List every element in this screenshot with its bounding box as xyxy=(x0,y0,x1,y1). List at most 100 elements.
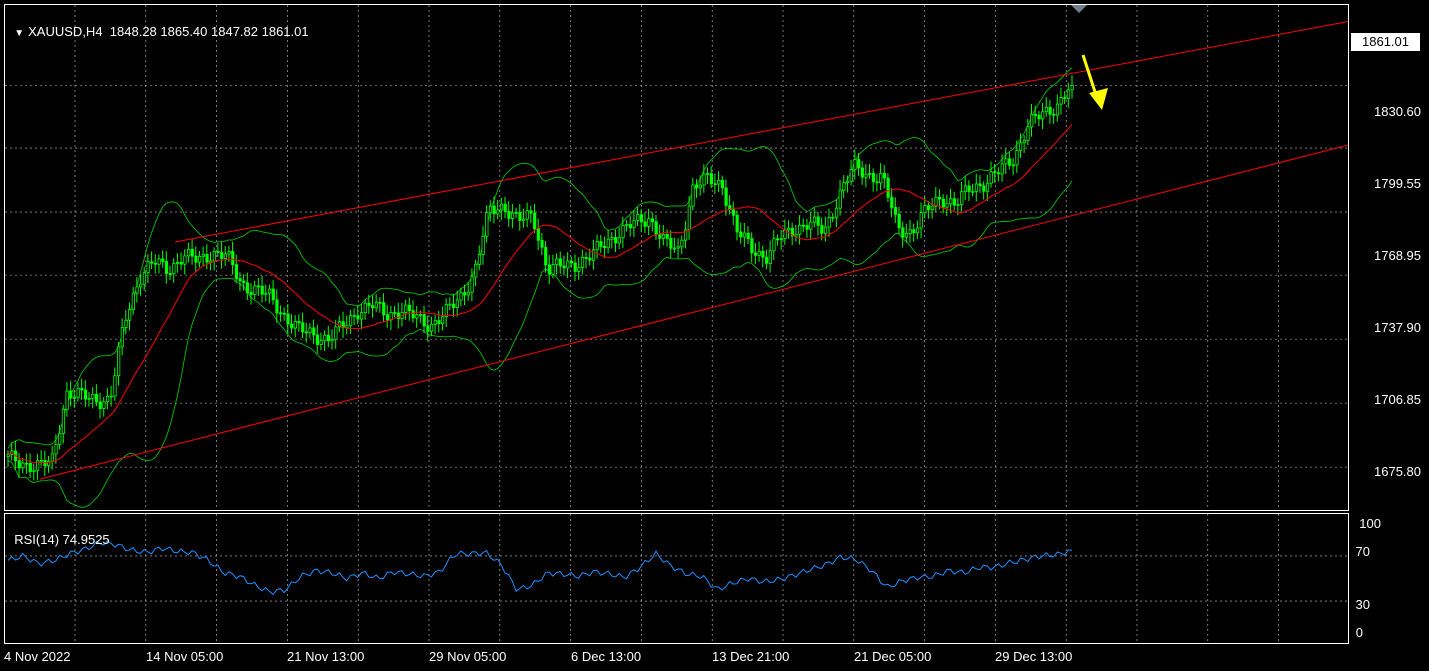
candle-body xyxy=(106,395,110,403)
candle-body xyxy=(680,239,684,248)
candle-body xyxy=(356,315,360,320)
candle-body xyxy=(912,229,916,234)
candle-body xyxy=(985,182,990,192)
candle-body xyxy=(695,184,699,189)
candle-body xyxy=(153,262,158,265)
y-tick-label: 1799.55 xyxy=(1374,176,1421,191)
candle-body xyxy=(533,212,537,230)
candle-body xyxy=(404,304,408,313)
candle-body xyxy=(547,264,552,275)
candle-body xyxy=(654,221,658,236)
candle-body xyxy=(198,255,202,263)
candle-body xyxy=(794,233,798,237)
candle-body xyxy=(1030,113,1034,128)
candle-body xyxy=(216,251,220,253)
chart-header[interactable]: ▼ XAUUSD,H4 1848.28 1865.40 1847.82 1861.… xyxy=(7,9,309,39)
candle-body xyxy=(518,212,522,221)
candle-body xyxy=(80,388,84,391)
candle-body xyxy=(923,205,927,214)
candle-body xyxy=(647,218,651,227)
candle-body xyxy=(128,309,132,321)
candle-body xyxy=(161,258,165,262)
candle-body xyxy=(253,285,257,295)
candle-body xyxy=(665,233,669,239)
candle-body xyxy=(459,292,463,301)
candle-body xyxy=(1044,106,1049,113)
candle-body xyxy=(573,262,577,272)
candle-body xyxy=(709,173,713,185)
candle-body xyxy=(326,334,331,342)
candle-body xyxy=(908,229,912,234)
y-tick-label: 1830.60 xyxy=(1374,104,1421,119)
candle-body xyxy=(636,214,640,221)
x-tick-label: 21 Nov 13:00 xyxy=(287,649,365,664)
candle-body xyxy=(993,171,997,174)
candle-body xyxy=(437,320,441,325)
candle-body xyxy=(930,205,934,210)
candle-body xyxy=(765,256,769,264)
candle-body xyxy=(857,159,861,169)
candle-body xyxy=(286,313,290,325)
candle-body xyxy=(702,173,706,186)
symbol-label: XAUUSD,H4 xyxy=(28,24,103,39)
candle-body xyxy=(639,214,644,223)
candle-body xyxy=(757,250,761,256)
candle-body xyxy=(978,183,982,187)
candle-body xyxy=(812,216,817,223)
candle-body xyxy=(577,267,581,272)
candle-body xyxy=(282,312,286,315)
candle-body xyxy=(407,304,412,312)
candle-body xyxy=(190,248,194,257)
candle-body xyxy=(1015,150,1019,166)
candle-body xyxy=(260,285,264,295)
rsi-header: RSI(14) 74.9525 xyxy=(7,517,109,547)
x-tick-label: 13 Dec 21:00 xyxy=(712,649,790,664)
candle-body xyxy=(625,224,629,226)
candle-body xyxy=(540,239,544,248)
candle-body xyxy=(172,263,176,275)
candle-body xyxy=(739,231,743,238)
candle-body xyxy=(455,299,459,308)
candle-body xyxy=(371,305,375,309)
candle-body xyxy=(746,232,750,240)
candle-body xyxy=(293,321,297,329)
candle-body xyxy=(849,169,853,182)
candle-body xyxy=(956,204,960,206)
candle-body xyxy=(39,459,43,462)
candle-body xyxy=(201,254,205,257)
candle-body xyxy=(544,246,548,266)
candle-body xyxy=(599,241,603,247)
candle-body xyxy=(1022,140,1026,144)
candle-body xyxy=(584,257,588,259)
candle-body xyxy=(271,288,275,301)
candle-body xyxy=(569,260,574,264)
candle-body xyxy=(378,301,382,304)
candle-body xyxy=(846,180,850,184)
candle-body xyxy=(120,327,124,348)
candle-body xyxy=(1048,106,1052,115)
candle-body xyxy=(312,327,316,336)
triangle-down-icon[interactable]: ▼ xyxy=(14,28,24,39)
candle-body xyxy=(297,321,301,324)
candle-body xyxy=(698,184,702,189)
candle-body xyxy=(234,264,239,280)
candle-body xyxy=(901,227,905,238)
candle-body xyxy=(1011,164,1015,167)
candle-body xyxy=(131,292,135,310)
candle-body xyxy=(223,253,228,259)
candle-body xyxy=(54,444,58,455)
candle-body xyxy=(264,292,268,295)
candle-body xyxy=(477,253,482,265)
ohlc-text: 1848.28 1865.40 1847.82 1861.01 xyxy=(109,24,309,39)
candle-body xyxy=(360,312,364,320)
candle-body xyxy=(183,255,187,265)
candle-body xyxy=(245,282,250,293)
candle-body xyxy=(135,286,139,294)
candle-body xyxy=(776,238,780,241)
candle-body xyxy=(385,314,390,321)
candle-body xyxy=(606,238,610,249)
candle-body xyxy=(890,196,894,208)
candle-body xyxy=(463,292,467,296)
candle-body xyxy=(580,257,585,268)
candle-body xyxy=(650,218,655,223)
